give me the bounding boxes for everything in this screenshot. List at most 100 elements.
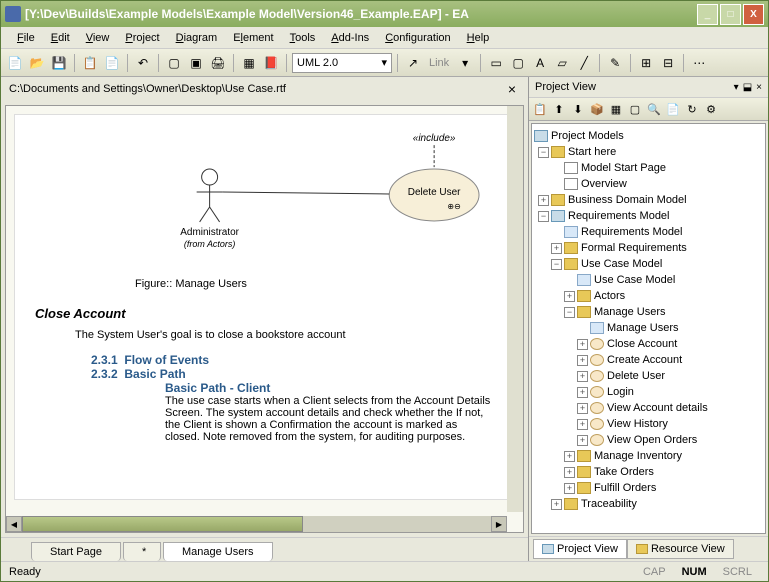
expand-icon[interactable]: + xyxy=(577,419,588,430)
menu-file[interactable]: File xyxy=(9,30,43,46)
tree-manage-users2[interactable]: Manage Users xyxy=(534,320,763,336)
undo-icon[interactable]: ↶ xyxy=(133,53,153,73)
tree-create-account[interactable]: +Create Account xyxy=(534,352,763,368)
menu-configuration[interactable]: Configuration xyxy=(377,30,458,46)
uml-combo[interactable]: UML 2.0▾ xyxy=(292,53,392,73)
collapse-icon[interactable]: − xyxy=(564,307,575,318)
shape-icon[interactable]: ▱ xyxy=(552,53,572,73)
menu-diagram[interactable]: Diagram xyxy=(168,30,226,46)
tree-delete-user[interactable]: +Delete User xyxy=(534,368,763,384)
ptb-search-icon[interactable]: 🔍 xyxy=(645,100,663,118)
layout1-icon[interactable]: ⊞ xyxy=(636,53,656,73)
expand-icon[interactable]: + xyxy=(538,195,549,206)
menu-addins[interactable]: Add-Ins xyxy=(323,30,377,46)
tree-manage-users[interactable]: −Manage Users xyxy=(534,304,763,320)
ptb-pkg-icon[interactable]: 📦 xyxy=(588,100,606,118)
project-tree[interactable]: Project Models −Start here Model Start P… xyxy=(531,123,766,534)
link-dropdown-icon[interactable]: ▾ xyxy=(455,53,475,73)
maximize-button[interactable]: □ xyxy=(720,4,741,25)
tree-requirements-model2[interactable]: Requirements Model xyxy=(534,224,763,240)
scrollbar-vertical[interactable] xyxy=(507,106,523,512)
arrow-icon[interactable]: ↗ xyxy=(403,53,423,73)
tab-manage-users[interactable]: Manage Users xyxy=(163,542,273,561)
tree-actors[interactable]: +Actors xyxy=(534,288,763,304)
menu-edit[interactable]: Edit xyxy=(43,30,78,46)
save-icon[interactable]: 💾 xyxy=(49,53,69,73)
more-icon[interactable]: ⋯ xyxy=(689,53,709,73)
tree-manage-inventory[interactable]: +Manage Inventory xyxy=(534,448,763,464)
print-icon[interactable]: 🖨 xyxy=(208,53,228,73)
collapse-icon[interactable]: − xyxy=(538,147,549,158)
expand-icon[interactable]: + xyxy=(564,483,575,494)
scroll-left-icon[interactable]: ◀ xyxy=(6,516,22,532)
menu-help[interactable]: Help xyxy=(459,30,498,46)
minimize-button[interactable]: _ xyxy=(697,4,718,25)
tree-view-open-orders[interactable]: +View Open Orders xyxy=(534,432,763,448)
new-icon[interactable]: 📄 xyxy=(5,53,25,73)
menu-tools[interactable]: Tools xyxy=(282,30,324,46)
rect-icon[interactable]: ▭ xyxy=(486,53,506,73)
ptb-refresh-icon[interactable]: ↻ xyxy=(683,100,701,118)
tree-formal-requirements[interactable]: +Formal Requirements xyxy=(534,240,763,256)
tree-overview[interactable]: Overview xyxy=(534,176,763,192)
ptb-elem-icon[interactable]: ▢ xyxy=(626,100,644,118)
ptb-doc-icon[interactable]: 📄 xyxy=(664,100,682,118)
collapse-icon[interactable]: − xyxy=(538,211,549,222)
tree-model-start-page[interactable]: Model Start Page xyxy=(534,160,763,176)
scroll-right-icon[interactable]: ▶ xyxy=(491,516,507,532)
tab-start-page[interactable]: Start Page xyxy=(31,542,121,561)
expand-icon[interactable]: + xyxy=(577,387,588,398)
menu-project[interactable]: Project xyxy=(117,30,167,46)
doc-close-button[interactable]: × xyxy=(504,81,520,97)
tree-root[interactable]: Project Models xyxy=(534,128,763,144)
scrollbar-horizontal[interactable]: ◀ ▶ xyxy=(6,516,507,532)
menu-view[interactable]: View xyxy=(78,30,118,46)
tree-view-account-details[interactable]: +View Account details xyxy=(534,400,763,416)
pencil-icon[interactable]: ✎ xyxy=(605,53,625,73)
tree-close-account[interactable]: +Close Account xyxy=(534,336,763,352)
expand-icon[interactable]: + xyxy=(564,467,575,478)
ptb-gear-icon[interactable]: ⚙ xyxy=(702,100,720,118)
layout2-icon[interactable]: ⊟ xyxy=(658,53,678,73)
collapse-icon[interactable]: − xyxy=(551,259,562,270)
tab-project-view[interactable]: Project View xyxy=(533,539,627,559)
note-icon[interactable]: ▢ xyxy=(508,53,528,73)
tab-resource-view[interactable]: Resource View xyxy=(627,539,734,559)
doc2-icon[interactable]: ▣ xyxy=(186,53,206,73)
tree-take-orders[interactable]: +Take Orders xyxy=(534,464,763,480)
ptb-new-icon[interactable]: 📋 xyxy=(531,100,549,118)
tree-traceability[interactable]: +Traceability xyxy=(534,496,763,512)
tree-login[interactable]: +Login xyxy=(534,384,763,400)
line-icon[interactable]: ╱ xyxy=(574,53,594,73)
ptb-up-icon[interactable]: ⬆ xyxy=(550,100,568,118)
scroll-thumb[interactable] xyxy=(22,516,303,532)
open-icon[interactable]: 📂 xyxy=(27,53,47,73)
text-icon[interactable]: A xyxy=(530,53,550,73)
expand-icon[interactable]: + xyxy=(551,499,562,510)
expand-icon[interactable]: + xyxy=(577,371,588,382)
menu-element[interactable]: Element xyxy=(225,30,281,46)
tree-requirements-model[interactable]: −Requirements Model xyxy=(534,208,763,224)
expand-icon[interactable]: + xyxy=(577,403,588,414)
expand-icon[interactable]: + xyxy=(551,243,562,254)
paste-icon[interactable]: 📄 xyxy=(102,53,122,73)
ptb-down-icon[interactable]: ⬇ xyxy=(569,100,587,118)
tree-business-domain[interactable]: +Business Domain Model xyxy=(534,192,763,208)
expand-icon[interactable]: + xyxy=(577,339,588,350)
expand-icon[interactable]: + xyxy=(564,451,575,462)
tree-use-case-model2[interactable]: Use Case Model xyxy=(534,272,763,288)
doc1-icon[interactable]: ▢ xyxy=(164,53,184,73)
close-button[interactable]: X xyxy=(743,4,764,25)
expand-icon[interactable]: + xyxy=(564,291,575,302)
tree-use-case-model[interactable]: −Use Case Model xyxy=(534,256,763,272)
tree-start-here[interactable]: −Start here xyxy=(534,144,763,160)
copy-icon[interactable]: 📋 xyxy=(80,53,100,73)
grid-icon[interactable]: ▦ xyxy=(239,53,259,73)
tree-fulfill-orders[interactable]: +Fulfill Orders xyxy=(534,480,763,496)
expand-icon[interactable]: + xyxy=(577,355,588,366)
panel-close-icon[interactable]: × xyxy=(756,82,762,93)
tree-view-history[interactable]: +View History xyxy=(534,416,763,432)
panel-pin-icon[interactable]: ⬓ xyxy=(743,82,752,93)
book-icon[interactable]: 📕 xyxy=(261,53,281,73)
expand-icon[interactable]: + xyxy=(577,435,588,446)
